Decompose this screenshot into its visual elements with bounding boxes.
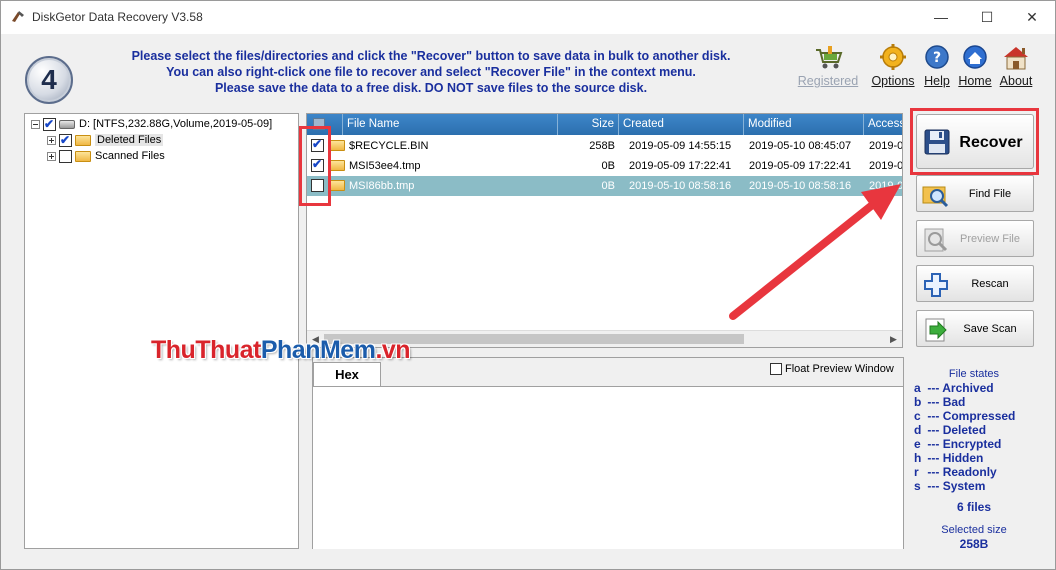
cell-created: 2019-05-09 17:22:41 (629, 160, 732, 172)
app-icon (12, 11, 24, 22)
step-badge: 4 (25, 56, 73, 104)
cell-size: 0B (601, 180, 615, 192)
options-link-group: Options (871, 44, 915, 88)
scanned-files-label: Scanned Files (95, 150, 165, 162)
state-deleted: d --- Deleted (914, 423, 987, 437)
float-preview-checkbox[interactable] (770, 363, 782, 376)
save-scan-icon (925, 318, 947, 342)
col-accessed[interactable]: Accesse (864, 114, 902, 135)
float-preview-label: Float Preview Window (785, 363, 894, 375)
cell-accessed: 2019-0 (869, 140, 903, 152)
house-icon (1004, 47, 1028, 70)
tree-item-deleted-files[interactable]: Deleted Files (47, 132, 164, 148)
save-scan-button[interactable]: Save Scan (916, 310, 1034, 347)
tree-root-label: D: [NTFS,232.88G,Volume,2019-05-09] (79, 118, 273, 130)
maximize-button[interactable]: ☐ (964, 4, 1010, 30)
state-bad: b --- Bad (914, 395, 966, 409)
annotation-arrow (729, 184, 901, 320)
cart-icon (816, 46, 843, 69)
collapse-toggle[interactable] (31, 119, 40, 129)
col-size[interactable]: Size (558, 114, 619, 135)
table-row[interactable]: MSI53ee4.tmp 0B 2019-05-09 17:22:41 2019… (307, 156, 902, 176)
state-archived: a --- Archived (914, 381, 994, 395)
instructions: Please select the files/directories and … (91, 48, 771, 96)
cell-size: 258B (589, 140, 615, 152)
tree-root-drive[interactable]: D: [NTFS,232.88G,Volume,2019-05-09] (31, 116, 272, 132)
file-count: 6 files (956, 500, 992, 514)
svg-text:?: ? (933, 50, 941, 66)
app-window: DiskGetor Data Recovery V3.58 — ☐ ✕ 4 Pl… (0, 0, 1056, 570)
preview-file-label: Preview File (960, 233, 1020, 245)
state-compressed: c --- Compressed (914, 409, 1016, 423)
folder-icon (75, 134, 91, 146)
cell-accessed: 2019-0 (869, 160, 903, 172)
title-bar: DiskGetor Data Recovery V3.58 — ☐ ✕ (1, 1, 1055, 34)
search-folder-icon (922, 186, 949, 208)
find-file-button[interactable]: Find File (916, 175, 1034, 212)
drive-icon (59, 119, 75, 129)
state-encrypted: e --- Encrypted (914, 437, 1002, 451)
selected-size-value: 258B (959, 537, 989, 551)
registered-link-group: Registered (798, 44, 858, 88)
save-scan-label: Save Scan (963, 323, 1017, 335)
scroll-right-icon[interactable]: ▶ (885, 331, 902, 347)
cell-modified: 2019-05-10 08:45:07 (749, 140, 852, 152)
help-icon: ? (925, 45, 949, 69)
gear-icon (880, 44, 906, 70)
folder-icon (329, 140, 345, 151)
about-link-group: About (996, 44, 1036, 88)
instruction-line-1: Please select the files/directories and … (131, 49, 731, 63)
scanned-files-checkbox[interactable] (59, 149, 72, 163)
preview-magnifier-icon (924, 228, 948, 252)
window-title: DiskGetor Data Recovery V3.58 (32, 10, 203, 24)
instruction-line-3: Please save the data to a free disk. DO … (214, 81, 648, 95)
home-link-group: Home (955, 44, 995, 88)
deleted-files-label: Deleted Files (95, 134, 164, 146)
cell-size: 0B (601, 160, 615, 172)
tab-hex[interactable]: Hex (313, 362, 381, 386)
cell-name: MSI86bb.tmp (349, 180, 415, 192)
deleted-files-checkbox[interactable] (59, 132, 72, 148)
preview-panel: Hex Float Preview Window (312, 357, 904, 549)
file-states-legend: File states a --- Archived b --- Bad c -… (914, 368, 1034, 493)
cell-modified: 2019-05-09 17:22:41 (749, 160, 852, 172)
checkbox-highlight-box (299, 126, 331, 206)
directory-tree: D: [NTFS,232.88G,Volume,2019-05-09] Dele… (24, 113, 299, 549)
close-button[interactable]: ✕ (1009, 4, 1055, 30)
watermark: ThuThuatPhanMem.vn (151, 336, 411, 364)
preview-file-button[interactable]: Preview File (916, 220, 1034, 257)
home-globe-icon (963, 45, 987, 69)
file-icon (329, 180, 345, 191)
col-created[interactable]: Created (619, 114, 744, 135)
expand-toggle[interactable] (47, 135, 56, 145)
minimize-button[interactable]: — (918, 4, 964, 30)
table-row[interactable]: $RECYCLE.BIN 258B 2019-05-09 14:55:15 20… (307, 136, 902, 156)
folder-icon (75, 150, 91, 162)
cell-created: 2019-05-09 14:55:15 (629, 140, 732, 152)
cell-name: $RECYCLE.BIN (349, 140, 429, 152)
rescan-label: Rescan (971, 278, 1009, 290)
selected-size-label: Selected size (941, 524, 1007, 536)
state-system: s --- System (914, 479, 986, 493)
file-icon (329, 160, 345, 171)
tree-root-checkbox[interactable] (43, 116, 56, 132)
rescan-button[interactable]: Rescan (916, 265, 1034, 302)
state-readonly: r --- Readonly (914, 465, 997, 479)
float-preview-option[interactable]: Float Preview Window (770, 363, 894, 376)
expand-toggle[interactable] (47, 151, 56, 161)
recover-highlight-box (910, 108, 1039, 175)
col-file-name[interactable]: File Name (343, 114, 558, 135)
tree-item-scanned-files[interactable]: Scanned Files (47, 148, 165, 164)
file-list-header: File Name Size Created Modified Accesse (307, 114, 902, 135)
find-file-label: Find File (968, 188, 1012, 200)
file-states-title: File states (948, 368, 1000, 380)
cell-name: MSI53ee4.tmp (349, 160, 421, 172)
plus-icon (924, 273, 948, 297)
hex-view (313, 386, 903, 549)
col-modified[interactable]: Modified (744, 114, 864, 135)
instruction-line-2: You can also right-click one file to rec… (166, 65, 696, 79)
help-link-group: ? Help (917, 44, 957, 88)
about-link[interactable]: About (976, 74, 1056, 88)
state-hidden: h --- Hidden (914, 451, 984, 465)
